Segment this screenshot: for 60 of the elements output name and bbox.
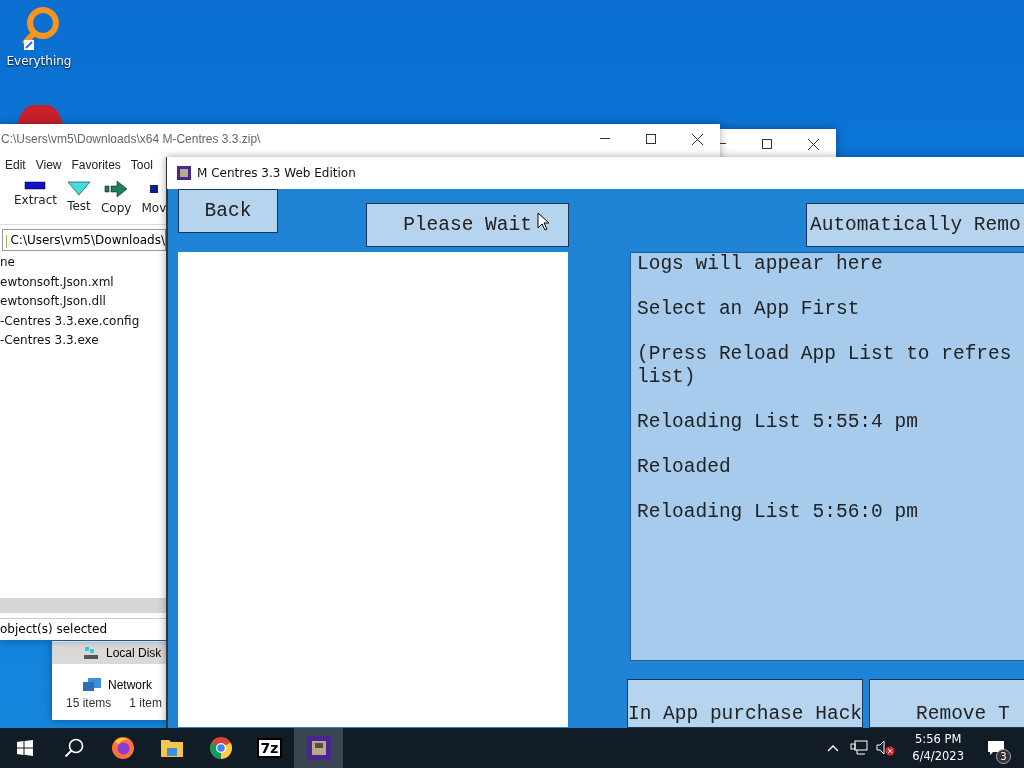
scrollbar[interactable]	[0, 598, 166, 613]
search-icon	[63, 738, 84, 758]
close-icon[interactable]	[691, 133, 703, 145]
maximize-icon[interactable]	[762, 139, 772, 149]
action-button[interactable]: In App purchase Hack	[627, 679, 864, 728]
log-text: Reloaded	[637, 456, 732, 479]
toolbar-button[interactable]: Test	[67, 180, 91, 224]
menu-item[interactable]: Edit	[5, 158, 26, 172]
status-text: 15 items	[66, 696, 112, 710]
network-icon	[82, 677, 102, 693]
toolbar-button[interactable]: Mov	[141, 180, 167, 224]
log-text: (Press Reload App List to refres list)	[637, 343, 1013, 389]
desktop-app-icon	[18, 105, 62, 125]
drive-icon	[82, 646, 100, 660]
back-button[interactable]: Back	[178, 189, 278, 233]
app-icon	[306, 736, 331, 760]
log-text: Reloading List 5:56:0 pm	[637, 501, 919, 524]
action-button[interactable]: Remove T	[869, 679, 1024, 728]
explorer-item[interactable]: Local Disk	[52, 642, 166, 664]
network-icon[interactable]	[850, 740, 869, 756]
address-field[interactable]: C:\Users\vm5\Downloads\	[2, 229, 166, 251]
window-title: C:\Users\vm5\Downloads\x64 M-Centres 3.3.zip\	[1, 132, 262, 146]
time-text: 5:56 PM	[915, 731, 962, 748]
chevron-up-icon[interactable]	[827, 744, 840, 752]
log-text: Select an App First	[637, 298, 861, 321]
taskbar-app[interactable]: 7z	[245, 728, 294, 768]
notification-badge: 3	[996, 749, 1011, 764]
folder-icon	[159, 737, 184, 759]
menu-item[interactable]: Tool	[130, 158, 153, 172]
explorer-item[interactable]: Network	[52, 674, 166, 696]
app-icon	[177, 166, 191, 180]
firefox-icon	[110, 736, 135, 760]
check-chevron-icon	[67, 180, 91, 196]
file-name[interactable]: -Centres 3.3.exe.config	[0, 311, 166, 331]
log-text: Reloading List 5:55:4 pm	[637, 411, 919, 434]
file-name[interactable]: ewtonsoft.Json.xml	[0, 272, 166, 292]
minimize-icon[interactable]	[600, 138, 610, 140]
windows-logo-icon	[16, 740, 33, 756]
menu-item[interactable]: View	[35, 158, 62, 172]
close-icon[interactable]	[807, 138, 819, 150]
date-text: 6/4/2023	[912, 748, 964, 765]
maximize-icon[interactable]	[646, 134, 656, 144]
desktop-icon-label[interactable]: Everything	[6, 54, 72, 68]
menu-item[interactable]: Favorites	[71, 158, 121, 172]
log-text: Logs will appear here	[637, 253, 884, 276]
window-title: M Centres 3.3 Web Edition	[197, 166, 356, 180]
file-name[interactable]: -Centres 3.3.exe	[0, 331, 166, 351]
status-text: 1 item	[129, 696, 163, 710]
wait-button[interactable]: Please Wait	[366, 203, 569, 247]
toolbar-button[interactable]: Copy	[101, 180, 132, 224]
7z-logo: 7z	[256, 738, 283, 758]
muted-speaker-icon[interactable]	[876, 739, 897, 757]
toolbar-button[interactable]: Extract	[14, 180, 57, 224]
minus-bar-icon	[24, 180, 47, 190]
chrome-icon	[208, 736, 233, 760]
clock[interactable]: 5:56 PM 6/4/2023	[900, 731, 976, 765]
column-header[interactable]: ne	[0, 253, 166, 273]
auto-remove-button[interactable]: Automatically Remo	[806, 203, 1024, 247]
file-name[interactable]: ewtonsoft.Json.dll	[0, 292, 166, 312]
mouse-pointer-icon	[537, 212, 549, 231]
